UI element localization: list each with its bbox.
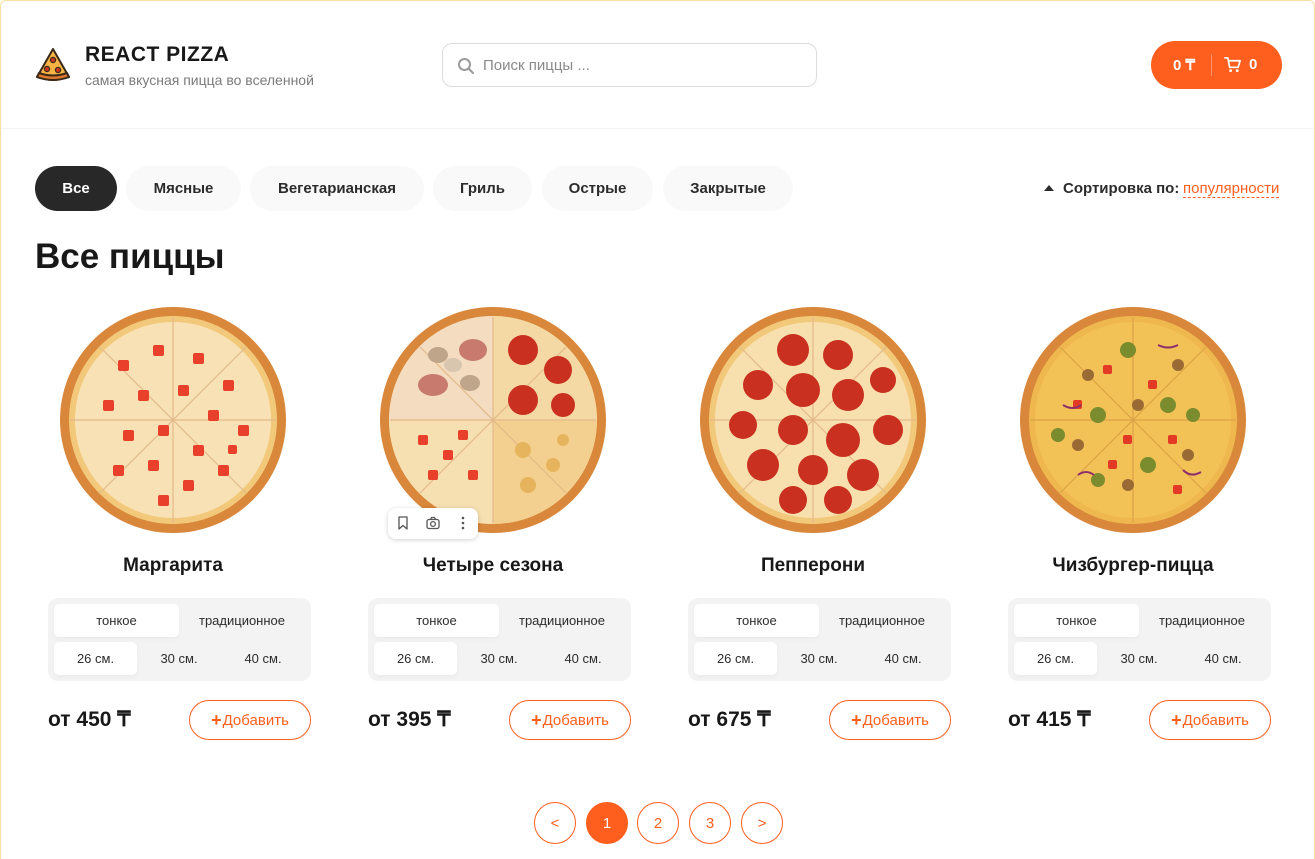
plus-icon: + <box>851 710 862 730</box>
size-option-26[interactable]: 26 см. <box>374 642 457 675</box>
search-input[interactable] <box>483 44 803 86</box>
size-option-26[interactable]: 26 см. <box>694 642 777 675</box>
dough-option-traditional[interactable]: традиционное <box>499 604 625 637</box>
pizza-price: от 415 ₸ <box>1008 708 1091 731</box>
pizza-name: Четыре сезона <box>422 555 564 576</box>
pizza-options-selector: тонкое традиционное 26 см. 30 см. 40 см. <box>1008 598 1271 681</box>
pizza-options-selector: тонкое традиционное 26 см. 30 см. 40 см. <box>48 598 311 681</box>
more-options-icon[interactable] <box>455 515 471 531</box>
pizza-price: от 395 ₸ <box>368 708 451 731</box>
pizza-image[interactable] <box>1018 305 1248 535</box>
sort-dropdown[interactable]: популярности <box>1183 180 1280 198</box>
cart-button[interactable]: 0 ₸ 0 <box>1151 41 1282 89</box>
sort-label: Сортировка по: <box>1063 180 1180 197</box>
header: REACT PIZZA самая вкусная пицца во вселе… <box>1 1 1314 129</box>
bookmark-icon[interactable] <box>395 515 411 531</box>
add-to-cart-button[interactable]: + Добавить <box>189 700 311 740</box>
pagination-page-1[interactable]: 1 <box>586 802 628 844</box>
sort-arrow-icon[interactable] <box>1044 185 1054 191</box>
dough-option-traditional[interactable]: традиционное <box>179 604 305 637</box>
add-to-cart-button[interactable]: + Добавить <box>509 700 631 740</box>
search-icon <box>458 58 474 74</box>
size-option-30[interactable]: 30 см. <box>777 642 861 675</box>
pizza-price: от 675 ₸ <box>688 708 771 731</box>
pagination-prev[interactable]: < <box>534 802 576 844</box>
page-title: Все пиццы <box>35 237 225 276</box>
pizza-options-selector: тонкое традиционное 26 см. 30 см. 40 см. <box>368 598 631 681</box>
cart-count: 0 <box>1249 56 1258 73</box>
pizza-image[interactable] <box>58 305 288 535</box>
category-all[interactable]: Все <box>35 166 117 211</box>
app-window: REACT PIZZA самая вкусная пицца во вселе… <box>0 0 1315 859</box>
brand-title: REACT PIZZA <box>85 43 230 66</box>
dough-option-traditional[interactable]: традиционное <box>819 604 945 637</box>
dough-option-thin[interactable]: тонкое <box>374 604 499 637</box>
size-option-26[interactable]: 26 см. <box>1014 642 1097 675</box>
size-option-30[interactable]: 30 см. <box>457 642 541 675</box>
pizza-image[interactable] <box>378 305 608 535</box>
search-box[interactable] <box>442 43 817 87</box>
size-option-40[interactable]: 40 см. <box>541 642 625 675</box>
category-vegetarian[interactable]: Вегетарианская <box>250 166 424 211</box>
pizza-card: Чизбургер-пицца тонкое традиционное 26 с… <box>1008 301 1272 746</box>
add-button-label: Добавить <box>1182 711 1249 729</box>
dough-option-traditional[interactable]: традиционное <box>1139 604 1265 637</box>
size-option-40[interactable]: 40 см. <box>861 642 945 675</box>
pizza-name: Маргарита <box>123 555 223 576</box>
plus-icon: + <box>1171 710 1182 730</box>
category-closed[interactable]: Закрытые <box>663 166 793 211</box>
dough-option-thin[interactable]: тонкое <box>54 604 179 637</box>
size-option-26[interactable]: 26 см. <box>54 642 137 675</box>
pagination-next[interactable]: > <box>741 802 783 844</box>
pizza-card: Пепперони тонкое традиционное 26 см. 30 … <box>688 301 952 746</box>
pizza-image[interactable] <box>698 305 928 535</box>
dough-option-thin[interactable]: тонкое <box>1014 604 1139 637</box>
add-to-cart-button[interactable]: + Добавить <box>829 700 951 740</box>
pizza-card: Маргарита тонкое традиционное 26 см. 30 … <box>48 301 312 746</box>
add-to-cart-button[interactable]: + Добавить <box>1149 700 1271 740</box>
pagination-page-2[interactable]: 2 <box>637 802 679 844</box>
pagination-page-3[interactable]: 3 <box>689 802 731 844</box>
plus-icon: + <box>531 710 542 730</box>
add-button-label: Добавить <box>862 711 929 729</box>
add-button-label: Добавить <box>222 711 289 729</box>
brand-subtitle: самая вкусная пицца во вселенной <box>85 72 314 88</box>
category-meat[interactable]: Мясные <box>126 166 241 211</box>
pizza-logo-icon <box>36 48 70 81</box>
category-spicy[interactable]: Острые <box>542 166 653 211</box>
pizza-name: Чизбургер-пицца <box>1052 555 1214 576</box>
pizza-price: от 450 ₸ <box>48 708 131 731</box>
size-option-40[interactable]: 40 см. <box>221 642 305 675</box>
camera-icon[interactable] <box>425 515 441 531</box>
add-button-label: Добавить <box>542 711 609 729</box>
size-option-30[interactable]: 30 см. <box>137 642 221 675</box>
image-hover-toolbar <box>388 508 478 539</box>
dough-option-thin[interactable]: тонкое <box>694 604 819 637</box>
plus-icon: + <box>211 710 222 730</box>
pizza-options-selector: тонкое традиционное 26 см. 30 см. 40 см. <box>688 598 951 681</box>
size-option-40[interactable]: 40 см. <box>1181 642 1265 675</box>
category-grill[interactable]: Гриль <box>433 166 532 211</box>
pizza-name: Пепперони <box>760 555 866 576</box>
cart-total-price: 0 ₸ <box>1173 57 1196 74</box>
size-option-30[interactable]: 30 см. <box>1097 642 1181 675</box>
cart-divider <box>1211 54 1212 76</box>
cart-icon <box>1224 57 1241 73</box>
